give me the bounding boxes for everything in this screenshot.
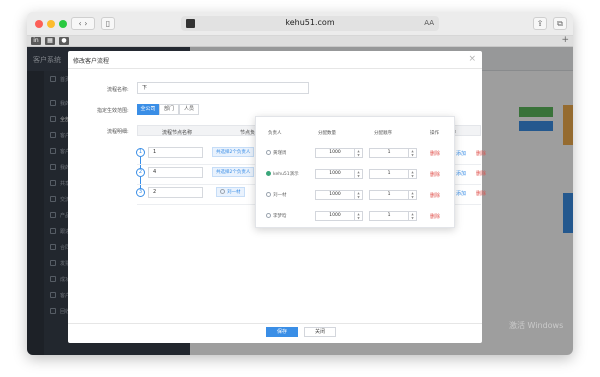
add-step-link[interactable]: 添加 xyxy=(456,190,466,197)
url-text: kehu51.com xyxy=(285,18,335,27)
remove-owner-link[interactable]: 删除 xyxy=(430,150,440,157)
step-name-input[interactable]: 4 xyxy=(148,167,203,178)
grid-tab-icon[interactable]: ▦ xyxy=(45,37,55,45)
quantity-stepper[interactable]: 1000 ▲ ▼ xyxy=(315,190,363,200)
owner-name: kehu51演示 xyxy=(266,171,299,177)
user-icon xyxy=(266,192,271,197)
modal-header: 修改客户流程 × xyxy=(68,51,482,69)
owner-allocation-popover: 负责人 分配数量 分配顺序 操作 黄瑾周 1000 ▲ ▼ 1 ▲ ▼ 删除 kehu5… xyxy=(255,116,455,228)
modal-footer-divider xyxy=(68,323,482,324)
close-icon[interactable]: × xyxy=(468,54,476,64)
user-icon xyxy=(220,189,225,194)
save-button[interactable]: 保存 xyxy=(266,327,298,337)
github-tab-icon[interactable]: ● xyxy=(59,37,69,45)
owner-name: 李梦晗 xyxy=(266,213,287,219)
popover-col-quantity: 分配数量 xyxy=(318,131,336,136)
new-tab-icon[interactable]: + xyxy=(561,35,569,45)
linkedin-tab-icon[interactable]: in xyxy=(31,37,41,45)
user-icon xyxy=(266,171,271,176)
reader-size-icon[interactable]: AA xyxy=(424,19,434,27)
delete-step-link[interactable]: 删除 xyxy=(476,170,486,177)
add-step-link[interactable]: 添加 xyxy=(456,150,466,157)
remove-owner-link[interactable]: 删除 xyxy=(430,171,440,178)
flow-name-label: 流程名称: xyxy=(107,87,129,93)
owner-tag[interactable]: 刘一材 xyxy=(216,187,245,197)
order-stepper[interactable]: 1 ▲ ▼ xyxy=(369,148,417,158)
remove-owner-link[interactable]: 删除 xyxy=(430,213,440,220)
add-step-link[interactable]: 添加 xyxy=(456,170,466,177)
close-window-dot[interactable] xyxy=(35,20,43,28)
windows-watermark: 激活 Windows xyxy=(509,321,564,330)
quantity-stepper[interactable]: 1000 ▲ ▼ xyxy=(315,211,363,221)
user-icon xyxy=(266,150,271,155)
sidebar-toggle-icon[interactable]: ▯ xyxy=(101,17,115,30)
owner-tag[interactable]: 共选择2个负责人 xyxy=(212,167,255,177)
popover-col-order: 分配顺序 xyxy=(374,131,392,136)
user-icon xyxy=(266,213,271,218)
flow-name-input[interactable]: 下 xyxy=(137,82,309,94)
steps-label: 流程明细: xyxy=(107,129,129,135)
order-stepper[interactable]: 1 ▲ ▼ xyxy=(369,169,417,179)
step-number: 1 xyxy=(136,148,145,157)
popover-col-action: 操作 xyxy=(430,131,439,136)
owner-name: 黄瑾周 xyxy=(266,150,287,156)
modal-title: 修改客户流程 xyxy=(73,58,110,65)
step-name-input[interactable]: 2 xyxy=(148,187,203,198)
quantity-stepper[interactable]: 1000 ▲ ▼ xyxy=(315,148,363,158)
delete-step-link[interactable]: 删除 xyxy=(476,190,486,197)
quantity-stepper[interactable]: 1000 ▲ ▼ xyxy=(315,169,363,179)
delete-step-link[interactable]: 删除 xyxy=(476,150,486,157)
browser-titlebar: ‹ › ▯ kehu51.com AA ⇪ ⧉ xyxy=(27,12,573,36)
popover-col-owner: 负责人 xyxy=(268,131,282,136)
minimize-window-dot[interactable] xyxy=(47,20,55,28)
scope-label: 指定生效范围: xyxy=(97,108,129,114)
address-bar[interactable]: kehu51.com AA xyxy=(181,16,439,31)
order-stepper[interactable]: 1 ▲ ▼ xyxy=(369,190,417,200)
step-number: 3 xyxy=(136,188,145,197)
col-node-name: 流程节点名称 xyxy=(162,130,193,136)
remove-owner-link[interactable]: 删除 xyxy=(430,192,440,199)
owner-name: 刘一材 xyxy=(266,192,287,198)
tab-bar: in ▦ ● + xyxy=(27,35,573,47)
back-forward-icon[interactable]: ‹ › xyxy=(71,17,95,30)
step-name-input[interactable]: 1 xyxy=(148,147,203,158)
scope-department-option[interactable]: 部门 xyxy=(159,104,179,115)
tabs-overview-icon[interactable]: ⧉ xyxy=(553,17,567,30)
order-stepper[interactable]: 1 ▲ ▼ xyxy=(369,211,417,221)
scope-person-option[interactable]: 人员 xyxy=(179,104,199,115)
scope-company-option[interactable]: 全公司 xyxy=(137,104,159,115)
owner-tag[interactable]: 共选择2个负责人 xyxy=(212,147,255,157)
close-button[interactable]: 关闭 xyxy=(304,327,336,337)
step-number: 2 xyxy=(136,168,145,177)
share-icon[interactable]: ⇪ xyxy=(533,17,547,30)
maximize-window-dot[interactable] xyxy=(59,20,67,28)
